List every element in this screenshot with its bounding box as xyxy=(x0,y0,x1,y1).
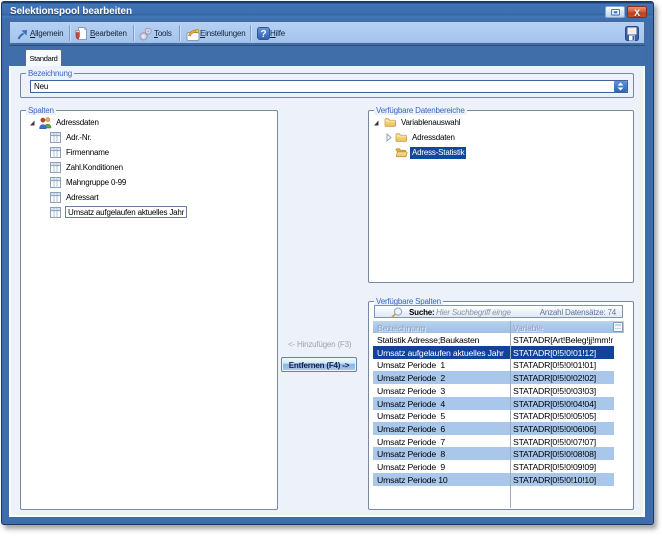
svg-text:?: ? xyxy=(261,29,267,40)
